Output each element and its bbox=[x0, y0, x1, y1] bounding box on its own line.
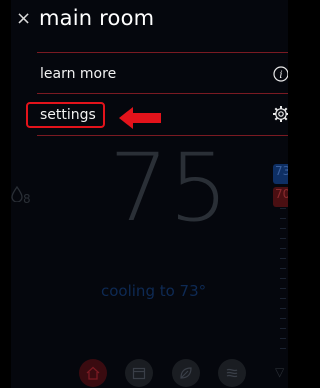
home-icon bbox=[86, 366, 100, 380]
humidity-value: 8 bbox=[23, 192, 31, 206]
fan-icon bbox=[226, 368, 238, 378]
divider bbox=[37, 52, 288, 53]
divider bbox=[37, 93, 288, 94]
arrow-left-icon bbox=[119, 107, 161, 129]
nav-fan-button[interactable] bbox=[218, 359, 246, 387]
page-title: main room bbox=[39, 6, 155, 30]
nav-home-button[interactable] bbox=[79, 359, 107, 387]
nav-eco-button[interactable] bbox=[172, 359, 200, 387]
cool-setpoint[interactable]: 73 bbox=[273, 164, 288, 184]
schedule-icon bbox=[132, 367, 146, 380]
gear-icon[interactable] bbox=[272, 105, 288, 123]
svg-text:i: i bbox=[279, 70, 282, 81]
scroll-down-icon[interactable]: ▽ bbox=[275, 365, 284, 379]
thermostat-screen: × main room learn more i settings 8 75 c… bbox=[11, 0, 288, 388]
humidity-drop-icon bbox=[11, 186, 23, 202]
menu-item-settings[interactable]: settings bbox=[40, 107, 96, 123]
menu-item-learn-more[interactable]: learn more bbox=[40, 66, 116, 82]
eco-leaf-icon bbox=[180, 367, 192, 379]
heat-setpoint[interactable]: 70 bbox=[273, 187, 288, 207]
status-text: cooling to 73° bbox=[101, 282, 207, 300]
info-icon[interactable]: i bbox=[273, 66, 288, 82]
current-temperature: 75 bbox=[109, 134, 229, 243]
temperature-slider[interactable] bbox=[280, 208, 288, 358]
nav-schedule-button[interactable] bbox=[125, 359, 153, 387]
close-icon[interactable]: × bbox=[16, 10, 31, 28]
